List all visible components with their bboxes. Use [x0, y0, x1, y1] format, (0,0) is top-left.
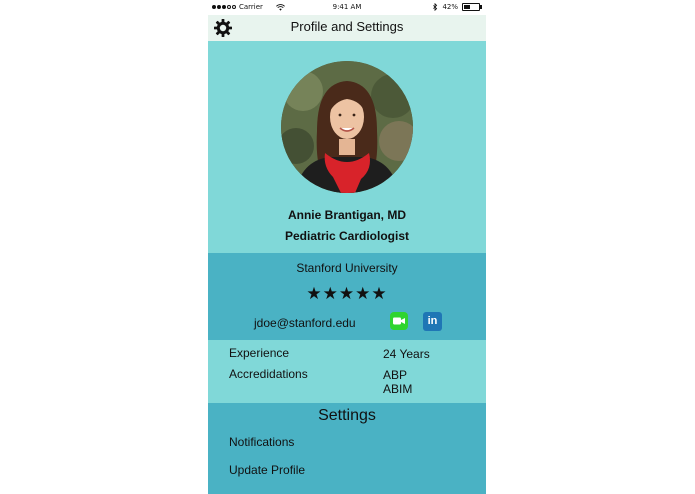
doctor-name: Annie Brantigan, MD — [287, 208, 406, 222]
accreditations-label: Accredidations — [229, 367, 308, 381]
university-name: Stanford University — [296, 261, 398, 275]
avatar[interactable] — [281, 61, 413, 193]
notifications-item[interactable]: Notifications — [229, 435, 294, 449]
page-title: Profile and Settings — [290, 19, 404, 34]
navigation-bar: Profile and Settings — [208, 15, 486, 42]
details-section: Experience 24 Years Accredidations ABP A… — [208, 340, 486, 403]
contact-section: Stanford University ★★★★★ jdoe@stanford.… — [208, 253, 486, 340]
accreditation-item: ABP — [383, 368, 408, 382]
linkedin-icon[interactable]: in — [423, 312, 442, 331]
update-profile-item[interactable]: Update Profile — [229, 463, 305, 477]
status-right: 42% — [432, 3, 482, 11]
experience-value: 24 Years — [383, 347, 430, 361]
profile-photo — [281, 61, 413, 193]
bluetooth-icon — [433, 3, 438, 11]
status-bar: Carrier 9:41 AM 42% — [208, 0, 486, 15]
battery-percent: 42% — [442, 3, 458, 11]
experience-label: Experience — [229, 346, 290, 360]
accreditation-item: ABIM — [383, 382, 413, 396]
phone-screen: Carrier 9:41 AM 42% Profile and Settings… — [208, 0, 486, 494]
email-link[interactable]: jdoe@stanford.edu — [254, 316, 356, 330]
profile-section: Annie Brantigan, MD Pediatric Cardiologi… — [208, 41, 486, 253]
settings-heading: Settings — [318, 407, 376, 424]
doctor-specialty: Pediatric Cardiologist — [284, 229, 410, 243]
settings-section: Settings Notifications Update Profile — [208, 403, 486, 494]
star-rating: ★★★★★ — [306, 284, 388, 304]
video-call-icon[interactable] — [390, 312, 408, 330]
battery-icon — [462, 3, 482, 11]
